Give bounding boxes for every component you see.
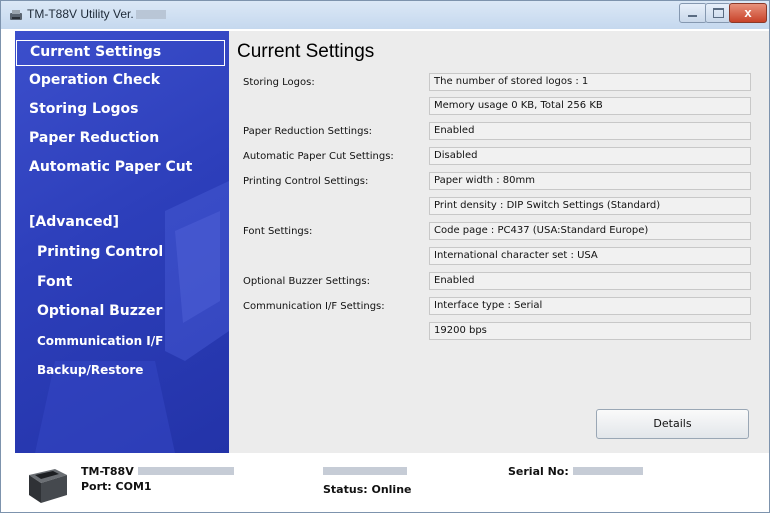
printer-status: Status: Online [323,483,412,496]
sidebar-item-printing-control[interactable]: Printing Control [15,241,229,265]
printer-app-icon [10,10,22,20]
setting-label-optional-buzzer: Optional Buzzer Settings: [243,276,370,287]
sidebar-item-optional-buzzer[interactable]: Optional Buzzer [15,300,229,324]
setting-value: Interface type : Serial [429,297,751,315]
sidebar-advanced-header: [Advanced] [29,214,120,230]
minimize-icon [688,15,697,17]
setting-label-paper-reduction: Paper Reduction Settings: [243,126,373,137]
sidebar-item-operation-check[interactable]: Operation Check [15,69,229,93]
minimize-button[interactable] [679,3,707,23]
app-window: TM-T88V Utility Ver. x Current Settings … [0,0,770,513]
sidebar-item-font[interactable]: Font [15,271,229,295]
sidebar: Current Settings Operation Check Storing… [15,31,229,453]
setting-label-automatic-paper-cut: Automatic Paper Cut Settings: [243,151,394,162]
printer-model: TM-T88V [81,465,234,478]
setting-value: Disabled [429,147,751,165]
setting-label-printing-control: Printing Control Settings: [243,176,369,187]
page-title: Current Settings [237,41,375,62]
setting-value: The number of stored logos : 1 [429,73,751,91]
sidebar-item-automatic-paper-cut[interactable]: Automatic Paper Cut [15,156,229,180]
window-title: TM-T88V Utility Ver. [27,7,166,21]
status-bar: TM-T88V Port: COM1 Status: Online Serial… [1,453,769,512]
setting-value: 19200 bps [429,322,751,340]
printer-icon [29,469,67,503]
setting-label-communication-if: Communication I/F Settings: [243,301,385,312]
main-panel: Current Settings Storing Logos: The numb… [229,31,769,453]
close-icon: x [744,5,752,20]
sidebar-item-current-settings[interactable]: Current Settings [16,40,225,66]
maximize-button[interactable] [705,3,731,23]
serial-number: Serial No: [508,465,643,478]
printer-name-redacted [323,465,407,478]
setting-value: Print density : DIP Switch Settings (Sta… [429,197,751,215]
setting-value: International character set : USA [429,247,751,265]
sidebar-item-storing-logos[interactable]: Storing Logos [15,98,229,122]
setting-label-storing-logos: Storing Logos: [243,77,315,88]
printer-port: Port: COM1 [81,480,152,493]
details-button[interactable]: Details [596,409,749,439]
setting-value: Enabled [429,272,751,290]
sidebar-item-communication-if[interactable]: Communication I/F [15,331,229,353]
title-bar: TM-T88V Utility Ver. x [1,1,769,29]
setting-value: Paper width : 80mm [429,172,751,190]
setting-value: Memory usage 0 KB, Total 256 KB [429,97,751,115]
maximize-icon [713,8,724,18]
setting-value: Code page : PC437 (USA:Standard Europe) [429,222,751,240]
sidebar-item-paper-reduction[interactable]: Paper Reduction [15,127,229,151]
sidebar-item-backup-restore[interactable]: Backup/Restore [15,360,229,382]
close-button[interactable]: x [729,3,767,23]
setting-label-font: Font Settings: [243,226,313,237]
setting-value: Enabled [429,122,751,140]
